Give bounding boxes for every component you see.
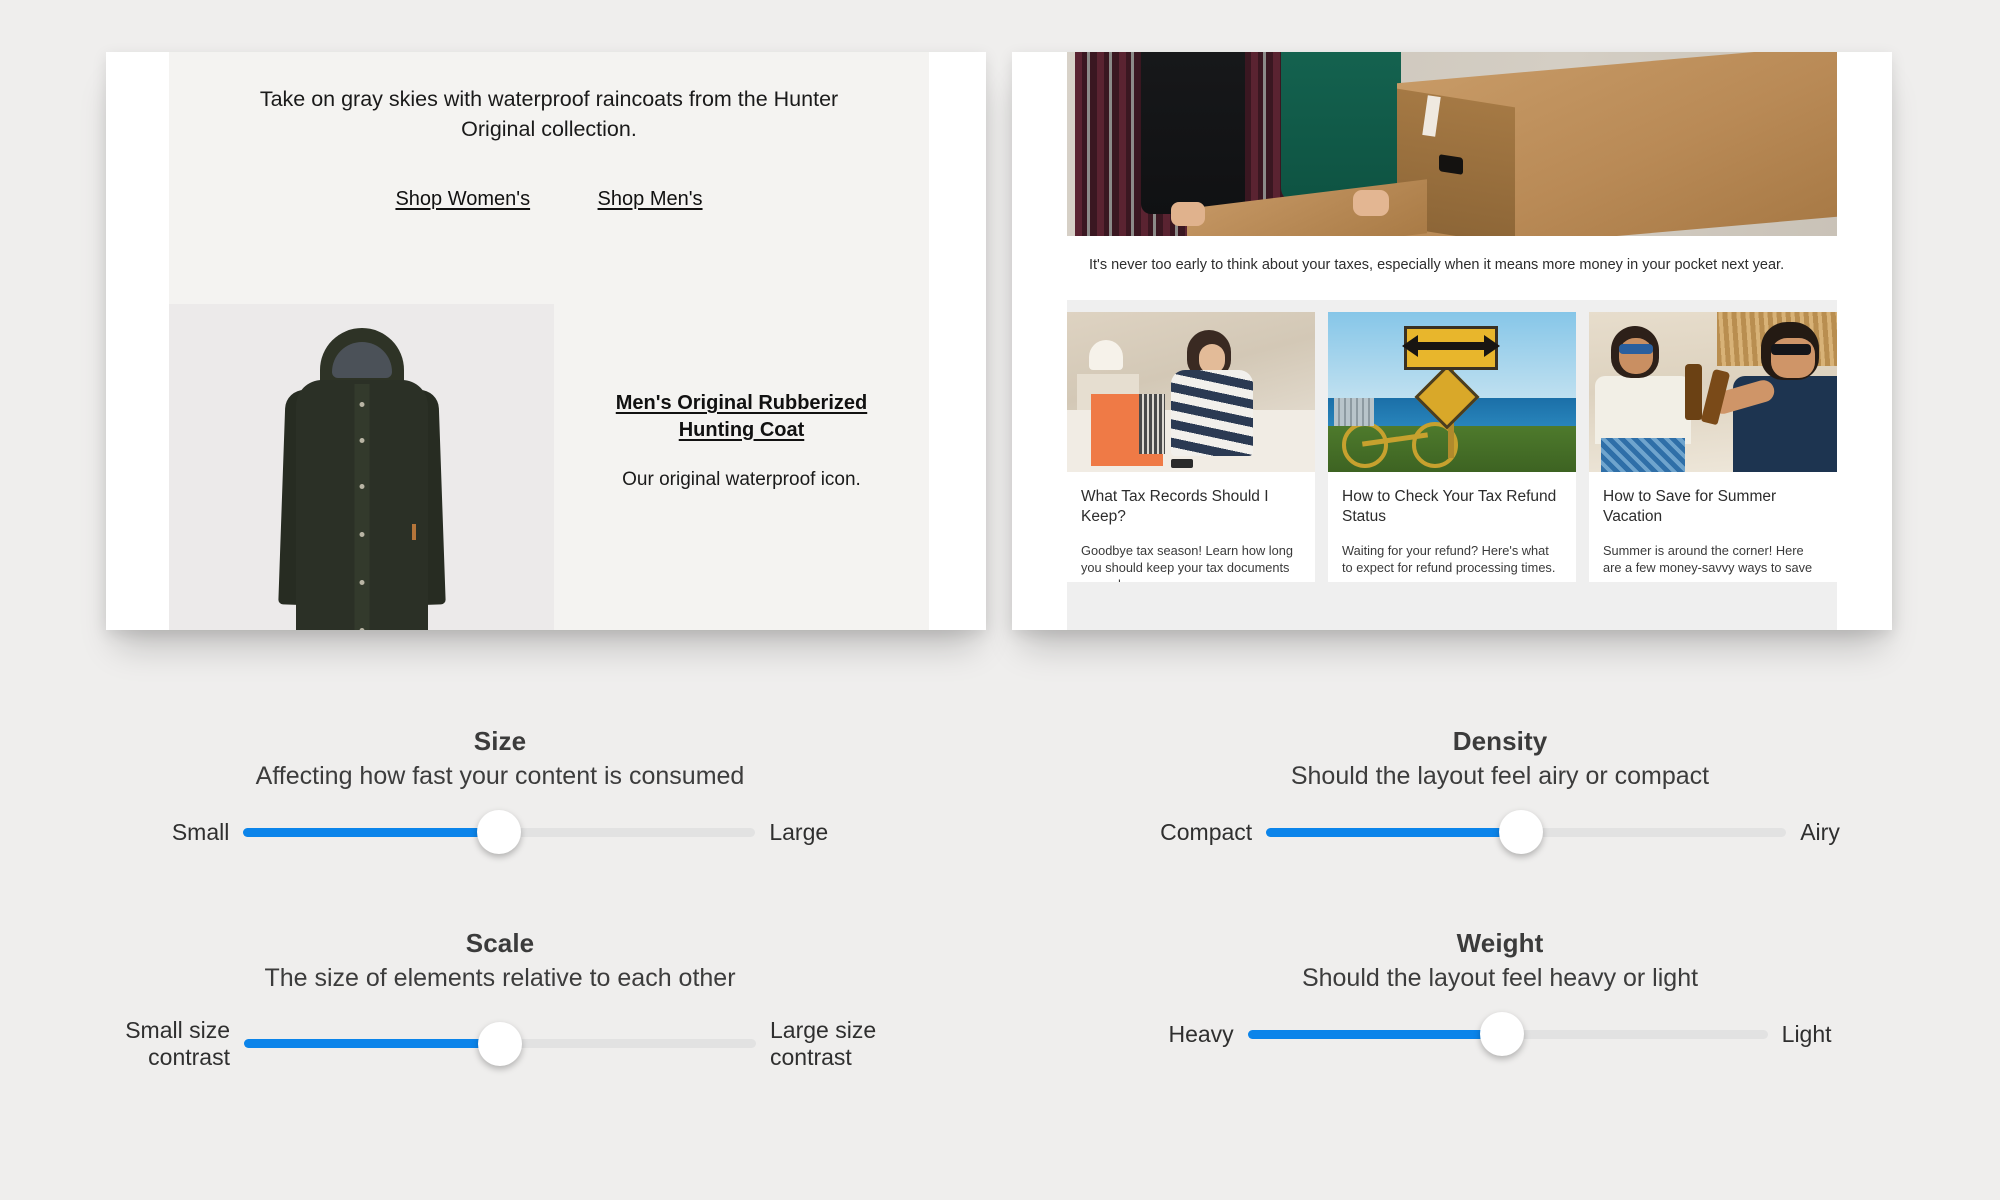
- slider-filled-track: [1266, 827, 1521, 837]
- raincoat-illustration: [262, 328, 462, 630]
- slider-min-label: Heavy: [1168, 1020, 1234, 1047]
- slider-max-label: Large: [769, 818, 829, 845]
- slider-row: Heavy Light: [1000, 1012, 2000, 1056]
- hero-caption: It's never too early to think about your…: [1067, 236, 1837, 301]
- coat-button: [359, 484, 364, 489]
- sunglasses-icon: [1619, 344, 1653, 355]
- sunglasses-icon: [1771, 344, 1811, 356]
- article-card[interactable]: How to Check Your Tax Refund Status Wait…: [1328, 312, 1576, 583]
- slider-thumb[interactable]: [477, 810, 522, 854]
- control-group-density: Density Should the layout feel airy or c…: [1000, 726, 2000, 854]
- control-subtitle: Should the layout feel airy or compact: [1290, 762, 1710, 790]
- slider-row: Compact Airy: [1000, 810, 2000, 854]
- slider-filled-track: [1247, 1029, 1503, 1039]
- control-subtitle: Affecting how fast your content is consu…: [255, 762, 745, 790]
- raincoat-product-image[interactable]: [169, 304, 554, 630]
- shop-mens-link[interactable]: Shop Men's: [598, 188, 703, 211]
- newsletter-panel: It's never too early to think about your…: [1067, 52, 1837, 630]
- control-group-size: Size Affecting how fast your content is …: [0, 726, 1000, 854]
- moving-boxes-hero-image[interactable]: [1067, 52, 1837, 236]
- coat-zip-tab: [411, 524, 416, 540]
- thumb-bike-basket: [1334, 398, 1374, 427]
- control-subtitle: Should the layout feel heavy or light: [1301, 964, 1699, 992]
- article-excerpt: Summer is around the corner! Here are a …: [1603, 543, 1813, 576]
- slider-max-label: Large size contrast: [770, 1017, 877, 1070]
- thumb-beer-bottle: [1685, 364, 1702, 421]
- coat-placket: [354, 384, 369, 630]
- controls-column-right: Density Should the layout feel airy or c…: [1000, 726, 2000, 1200]
- article-body: What Tax Records Should I Keep? Goodbye …: [1067, 472, 1315, 582]
- slider-min-label: Compact: [1160, 818, 1253, 845]
- hero-black-vest: [1141, 52, 1245, 214]
- thumb-file-folders: [1139, 394, 1165, 455]
- controls-column-left: Size Affecting how fast your content is …: [0, 726, 1000, 1200]
- hero-caption-text: It's never too early to think about your…: [1089, 257, 1785, 273]
- weight-slider[interactable]: [1247, 1012, 1768, 1056]
- thumb-man-shorts: [1601, 438, 1685, 473]
- article-title[interactable]: What Tax Records Should I Keep?: [1081, 487, 1301, 527]
- article-body: How to Save for Summer Vacation Summer i…: [1589, 472, 1837, 582]
- control-subtitle: The size of elements relative to each ot…: [264, 964, 736, 992]
- article-title[interactable]: How to Check Your Tax Refund Status: [1342, 487, 1562, 527]
- article-thumbnail-tax-records[interactable]: [1067, 312, 1315, 473]
- coat-button: [359, 532, 364, 537]
- promo-headline: Take on gray skies with waterproof rainc…: [259, 87, 839, 141]
- hero-hand-left: [1171, 202, 1205, 226]
- control-title: Weight: [1456, 928, 1544, 958]
- promo-product-block: Men's Original Rubberized Hunting Coat O…: [169, 304, 929, 630]
- article-excerpt: Goodbye tax season! Learn how long you s…: [1081, 543, 1294, 582]
- control-group-scale: Scale The size of elements relative to e…: [0, 928, 1000, 1070]
- slider-thumb[interactable]: [478, 1021, 522, 1066]
- article-body: How to Check Your Tax Refund Status Wait…: [1328, 472, 1576, 582]
- slider-filled-track: [243, 827, 500, 837]
- promo-links: Shop Women's Shop Men's: [169, 188, 929, 211]
- slider-thumb[interactable]: [1480, 1012, 1525, 1056]
- promo-panel: Take on gray skies with waterproof rainc…: [169, 52, 929, 630]
- product-info: Men's Original Rubberized Hunting Coat O…: [554, 304, 929, 630]
- thumb-man-shirt: [1595, 376, 1691, 445]
- coat-button: [359, 402, 364, 407]
- slider-min-label: Small size contrast: [125, 1017, 230, 1070]
- hero-person-green: [1281, 52, 1401, 202]
- size-slider[interactable]: [243, 810, 756, 854]
- article-excerpt: Waiting for your refund? Here's what to …: [1342, 543, 1556, 576]
- article-cards-row: What Tax Records Should I Keep? Goodbye …: [1067, 300, 1837, 583]
- slider-filled-track: [244, 1039, 500, 1049]
- email-preview-card-left[interactable]: Take on gray skies with waterproof rainc…: [106, 52, 986, 630]
- article-card[interactable]: How to Save for Summer Vacation Summer i…: [1589, 312, 1837, 583]
- slider-max-label: Light: [1781, 1020, 1832, 1047]
- slider-max-label: Airy: [1800, 818, 1840, 845]
- article-thumbnail-refund-status[interactable]: [1328, 312, 1576, 473]
- shop-womens-link[interactable]: Shop Women's: [395, 188, 530, 211]
- article-title[interactable]: How to Save for Summer Vacation: [1603, 487, 1823, 527]
- article-thumbnail-summer-vacation[interactable]: [1589, 312, 1837, 473]
- control-title: Size: [473, 726, 527, 756]
- slider-row: Small size contrast Large size contrast: [0, 1017, 1000, 1070]
- hero-hand-right: [1353, 190, 1389, 216]
- preview-cards-row: Take on gray skies with waterproof rainc…: [0, 0, 2000, 680]
- thumb-phone: [1171, 459, 1193, 469]
- control-title: Density: [1452, 726, 1548, 756]
- style-controls: Size Affecting how fast your content is …: [0, 726, 2000, 1200]
- double-arrow-icon: [1402, 335, 1500, 358]
- email-preview-card-right[interactable]: It's never too early to think about your…: [1012, 52, 1892, 630]
- density-slider[interactable]: [1266, 810, 1787, 854]
- control-title: Scale: [465, 928, 535, 958]
- product-subtitle: Our original waterproof icon.: [622, 469, 861, 491]
- slider-min-label: Small: [171, 818, 230, 845]
- product-title-link[interactable]: Men's Original Rubberized Hunting Coat: [584, 390, 899, 443]
- slider-row: Small Large: [0, 810, 1000, 854]
- scale-slider[interactable]: [244, 1021, 756, 1066]
- thumb-lamp: [1089, 340, 1123, 371]
- coat-button: [359, 580, 364, 585]
- hero-box-handle-hole: [1439, 154, 1463, 175]
- preview-and-controls-screen: Take on gray skies with waterproof rainc…: [0, 0, 2000, 1200]
- coat-button: [359, 438, 364, 443]
- control-group-weight: Weight Should the layout feel heavy or l…: [1000, 928, 2000, 1056]
- coat-button: [359, 628, 364, 630]
- article-card[interactable]: What Tax Records Should I Keep? Goodbye …: [1067, 312, 1315, 583]
- slider-thumb[interactable]: [1499, 810, 1543, 854]
- thumb-striped-sweater: [1171, 370, 1253, 457]
